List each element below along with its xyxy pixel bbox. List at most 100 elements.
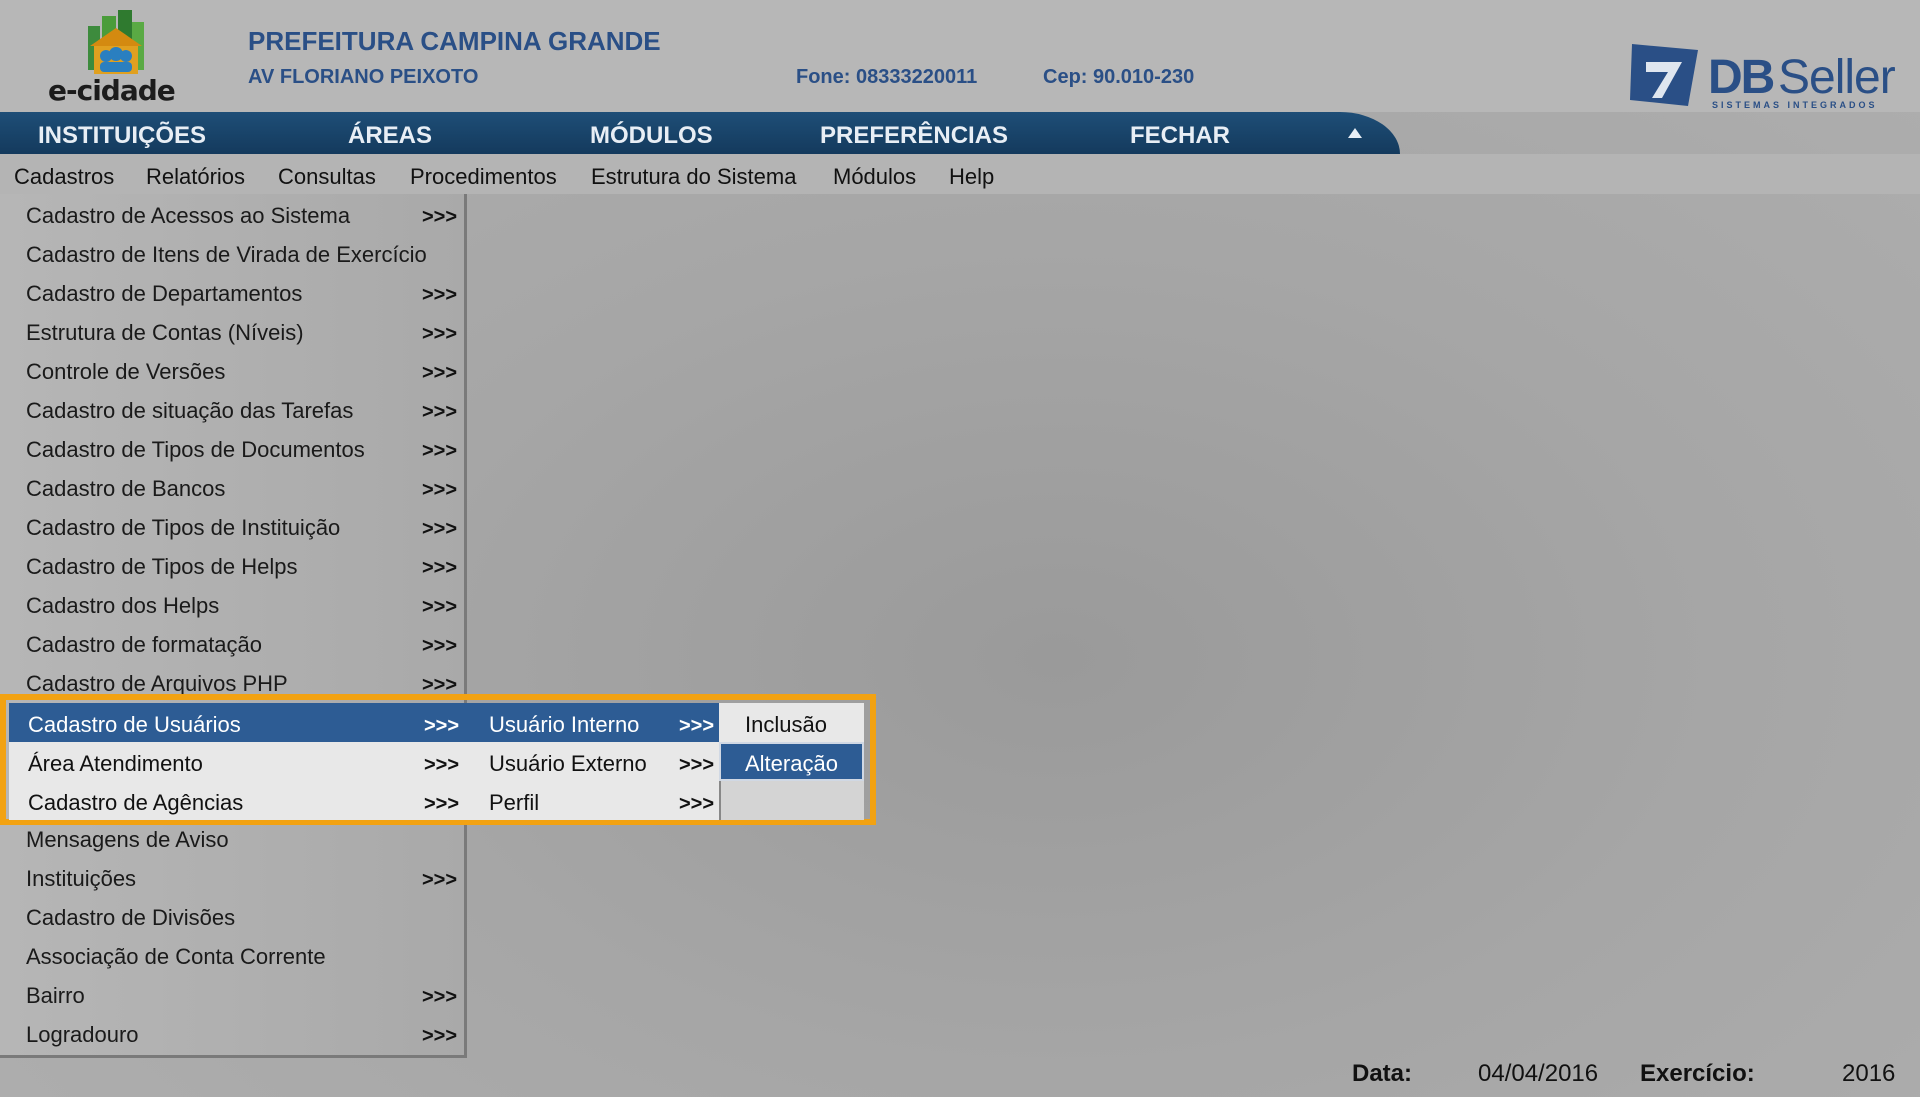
organization-address: AV FLORIANO PEIXOTO <box>248 66 479 88</box>
submenu-arrow: >>> <box>422 986 458 1008</box>
collapse-up-icon[interactable] <box>1348 128 1362 138</box>
menu-item-tipos-helps[interactable]: Cadastro de Tipos de Helps >>> <box>0 545 464 584</box>
date-value: 04/04/2016 <box>1478 1060 1599 1087</box>
menu-item-label: Cadastro de situação das Tarefas <box>26 398 354 423</box>
submenu-arrow: >>> <box>424 715 460 737</box>
menu-item-label: Cadastro de Usuários <box>28 712 241 737</box>
submenu-arrow: >>> <box>422 1025 458 1047</box>
submenu-arrow: >>> <box>422 557 458 579</box>
submenu-arrow: >>> <box>422 518 458 540</box>
menu-item-label: Associação de Conta Corrente <box>26 944 326 969</box>
brand-subtitle: SISTEMAS INTEGRADOS <box>1712 100 1878 110</box>
menu-item-label: Bairro <box>26 983 85 1008</box>
submenu-arrow: >>> <box>424 793 460 815</box>
dbseller-logo: DB Seller SISTEMAS INTEGRADOS <box>1628 34 1898 124</box>
menu-item-cadastro-usuarios[interactable]: Cadastro de Usuários >>> <box>9 703 467 742</box>
menu-item-estrutura-contas[interactable]: Estrutura de Contas (Níveis) >>> <box>0 311 464 350</box>
menu-help[interactable]: Help <box>949 164 994 190</box>
submenu-arrow: >>> <box>422 440 458 462</box>
menu-item-alteracao[interactable]: Alteração <box>719 742 864 781</box>
submenu-arrow: >>> <box>422 401 458 423</box>
dbseller-mark-icon <box>1630 44 1698 106</box>
menu-item-bancos[interactable]: Cadastro de Bancos >>> <box>0 467 464 506</box>
nav-fechar[interactable]: FECHAR <box>1130 122 1230 150</box>
menu-item-label: Cadastro de Agências <box>28 790 244 815</box>
exercise-value: 2016 <box>1842 1060 1896 1087</box>
menu-item-conta-corrente[interactable]: Associação de Conta Corrente <box>0 935 464 974</box>
menu-item-helps[interactable]: Cadastro dos Helps >>> <box>0 584 464 623</box>
highlight-frame: Cadastro de Usuários >>> Área Atendiment… <box>0 694 876 825</box>
submenu-arrow: >>> <box>422 284 458 306</box>
menu-item-situacao-tarefas[interactable]: Cadastro de situação das Tarefas >>> <box>0 389 464 428</box>
menu-item-bairro[interactable]: Bairro >>> <box>0 974 464 1013</box>
menu-item-label: Logradouro <box>26 1022 139 1047</box>
submenu-arrow: >>> <box>679 754 715 776</box>
menu-item-cadastro-agencias[interactable]: Cadastro de Agências >>> <box>9 781 467 820</box>
menu-item-tipos-documentos[interactable]: Cadastro de Tipos de Documentos >>> <box>0 428 464 467</box>
app-header: e-cidade PREFEITURA CAMPINA GRANDE AV FL… <box>0 0 1920 112</box>
postal-code: Cep: 90.010-230 <box>1043 66 1195 88</box>
menu-item-label: Controle de Versões <box>26 359 226 384</box>
menu-item-perfil[interactable]: Perfil >>> <box>467 781 719 820</box>
submenu-arrow: >>> <box>679 715 715 737</box>
menu-item-label: Cadastro dos Helps <box>26 593 220 618</box>
nav-preferencias[interactable]: PREFERÊNCIAS <box>820 122 1008 150</box>
nav-modulos[interactable]: MÓDULOS <box>590 122 713 150</box>
menu-item-acessos[interactable]: Cadastro de Acessos ao Sistema >>> <box>0 194 464 233</box>
submenu-arrow: >>> <box>422 323 458 345</box>
submenu-arrow: >>> <box>679 793 715 815</box>
brand-seller: Seller <box>1778 51 1896 104</box>
menu-procedimentos[interactable]: Procedimentos <box>410 164 557 190</box>
menu-item-logradouro[interactable]: Logradouro >>> <box>0 1013 464 1052</box>
menu-item-controle-versoes[interactable]: Controle de Versões >>> <box>0 350 464 389</box>
menu-item-divisoes[interactable]: Cadastro de Divisões <box>0 896 464 935</box>
submenu-arrow: >>> <box>422 596 458 618</box>
exercise-label: Exercício: <box>1640 1060 1755 1087</box>
menu-item-usuario-interno[interactable]: Usuário Interno >>> <box>467 703 719 742</box>
menu-item-label: Área Atendimento <box>28 751 203 776</box>
submenu-arrow: >>> <box>424 754 460 776</box>
menu-item-label: Cadastro de Departamentos <box>26 281 303 306</box>
menu-relatorios[interactable]: Relatórios <box>146 164 245 190</box>
submenu-empty-slot <box>719 781 864 820</box>
city-house-icon <box>88 10 144 74</box>
menu-item-virada-exercicio[interactable]: Cadastro de Itens de Virada de Exercício <box>0 233 464 272</box>
menu-item-tipos-instituicao[interactable]: Cadastro de Tipos de Instituição >>> <box>0 506 464 545</box>
submenu-arrow: >>> <box>422 479 458 501</box>
submenu-arrow: >>> <box>422 362 458 384</box>
menu-item-label: Perfil <box>489 790 540 815</box>
menu-item-label: Estrutura de Contas (Níveis) <box>26 320 304 345</box>
menu-item-area-atendimento[interactable]: Área Atendimento >>> <box>9 742 467 781</box>
cadastros-dropdown: Cadastro de Acessos ao Sistema >>> Cadast… <box>0 194 467 1058</box>
menu-item-label: Inclusão <box>745 712 827 737</box>
date-label: Data: <box>1352 1060 1413 1087</box>
menu-bar: Cadastros Relatórios Consultas Procedime… <box>0 154 1920 194</box>
menu-item-label: Cadastro de Acessos ao Sistema <box>26 203 351 228</box>
menu-item-label: Instituições <box>26 866 137 891</box>
menu-item-label: Cadastro de Divisões <box>26 905 236 930</box>
menu-modulos[interactable]: Módulos <box>833 164 916 190</box>
menu-estrutura-do-sistema[interactable]: Estrutura do Sistema <box>591 164 796 190</box>
menu-item-label: Cadastro de formatação <box>26 632 263 657</box>
nav-instituicoes[interactable]: INSTITUIÇÕES <box>38 122 206 150</box>
top-navigation: INSTITUIÇÕES ÁREAS MÓDULOS PREFERÊNCIAS … <box>0 112 1400 154</box>
brand-db: DB <box>1708 51 1775 104</box>
menu-item-label: Cadastro de Tipos de Helps <box>26 554 298 579</box>
menu-item-label: Cadastro de Itens de Virada de Exercício <box>26 242 427 267</box>
menu-item-label: Cadastro de Tipos de Documentos <box>26 437 365 462</box>
menu-consultas[interactable]: Consultas <box>278 164 376 190</box>
menu-item-label: Usuário Interno <box>489 712 640 737</box>
phone-number: Fone: 08333220011 <box>796 66 978 88</box>
menu-item-departamentos[interactable]: Cadastro de Departamentos >>> <box>0 272 464 311</box>
e-cidade-logo[interactable]: e-cidade <box>40 4 200 107</box>
menu-cadastros[interactable]: Cadastros <box>14 164 114 190</box>
menu-item-label: Usuário Externo <box>489 751 647 776</box>
menu-item-inclusao[interactable]: Inclusão <box>719 703 864 742</box>
menu-item-instituicoes[interactable]: Instituições >>> <box>0 857 464 896</box>
menu-item-usuario-externo[interactable]: Usuário Externo >>> <box>467 742 719 781</box>
submenu-arrow: >>> <box>422 635 458 657</box>
menu-item-formatacao[interactable]: Cadastro de formatação >>> <box>0 623 464 662</box>
organization-name: PREFEITURA CAMPINA GRANDE <box>248 26 661 56</box>
nav-areas[interactable]: ÁREAS <box>348 122 432 150</box>
menu-item-label: Cadastro de Bancos <box>26 476 226 501</box>
